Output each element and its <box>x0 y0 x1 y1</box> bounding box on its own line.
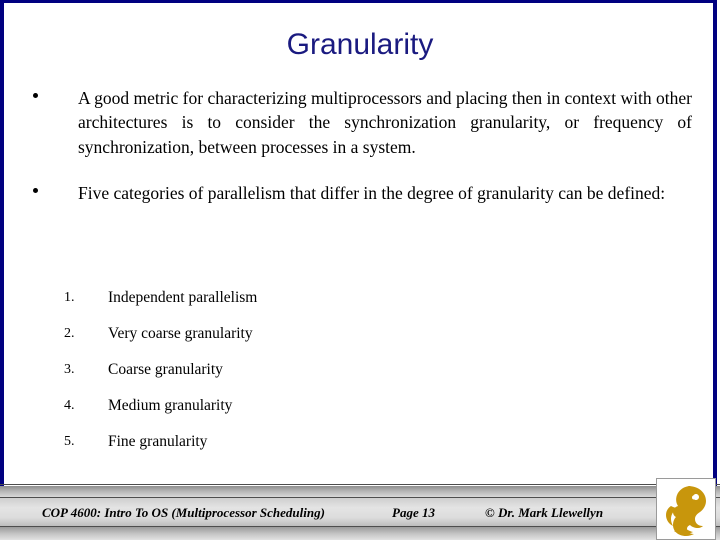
slide-footer: COP 4600: Intro To OS (Multiprocessor Sc… <box>0 484 720 540</box>
list-item-number: 3. <box>64 362 75 377</box>
list-item: 5. Fine granularity <box>0 432 720 468</box>
list-item-label: Medium granularity <box>108 397 233 414</box>
slide-body: A good metric for characterizing multipr… <box>0 86 720 222</box>
footer-page-number: Page 13 <box>392 505 435 520</box>
footer-band-upper <box>0 486 720 497</box>
list-item: 2. Very coarse granularity <box>0 324 720 360</box>
bullet-item: Five categories of parallelism that diff… <box>0 181 720 205</box>
footer-course-label: COP 4600: Intro To OS (Multiprocessor Sc… <box>42 505 325 520</box>
list-item-label: Coarse granularity <box>108 361 223 378</box>
list-item-label: Fine granularity <box>108 433 208 450</box>
list-item: 1. Independent parallelism <box>0 288 720 324</box>
list-item-number: 1. <box>64 290 75 305</box>
list-item-number: 4. <box>64 398 75 413</box>
bullet-text: A good metric for characterizing multipr… <box>78 88 692 157</box>
footer-credit-label: © Dr. Mark Llewellyn <box>485 505 604 520</box>
list-item-label: Very coarse granularity <box>108 325 253 342</box>
list-item-number: 2. <box>64 326 75 341</box>
bullet-item: A good metric for characterizing multipr… <box>0 86 720 159</box>
numbered-list: 1. Independent parallelism 2. Very coars… <box>0 288 720 468</box>
bullet-text: Five categories of parallelism that diff… <box>78 183 666 204</box>
list-item: 3. Coarse granularity <box>0 360 720 396</box>
slide-border-top <box>0 0 716 3</box>
presentation-slide: Granularity A good metric for characteri… <box>0 0 720 540</box>
footer-rule <box>0 484 720 485</box>
bullet-dot-icon <box>33 188 38 194</box>
footer-band-lower <box>0 527 720 540</box>
bullet-dot-icon <box>33 93 38 98</box>
ucf-pegasus-logo <box>656 478 716 540</box>
list-item: 4. Medium granularity <box>0 396 720 432</box>
pegasus-icon <box>666 486 706 536</box>
list-item-number: 5. <box>64 434 75 449</box>
slide-title: Granularity <box>286 28 434 61</box>
list-item-label: Independent parallelism <box>108 289 258 306</box>
